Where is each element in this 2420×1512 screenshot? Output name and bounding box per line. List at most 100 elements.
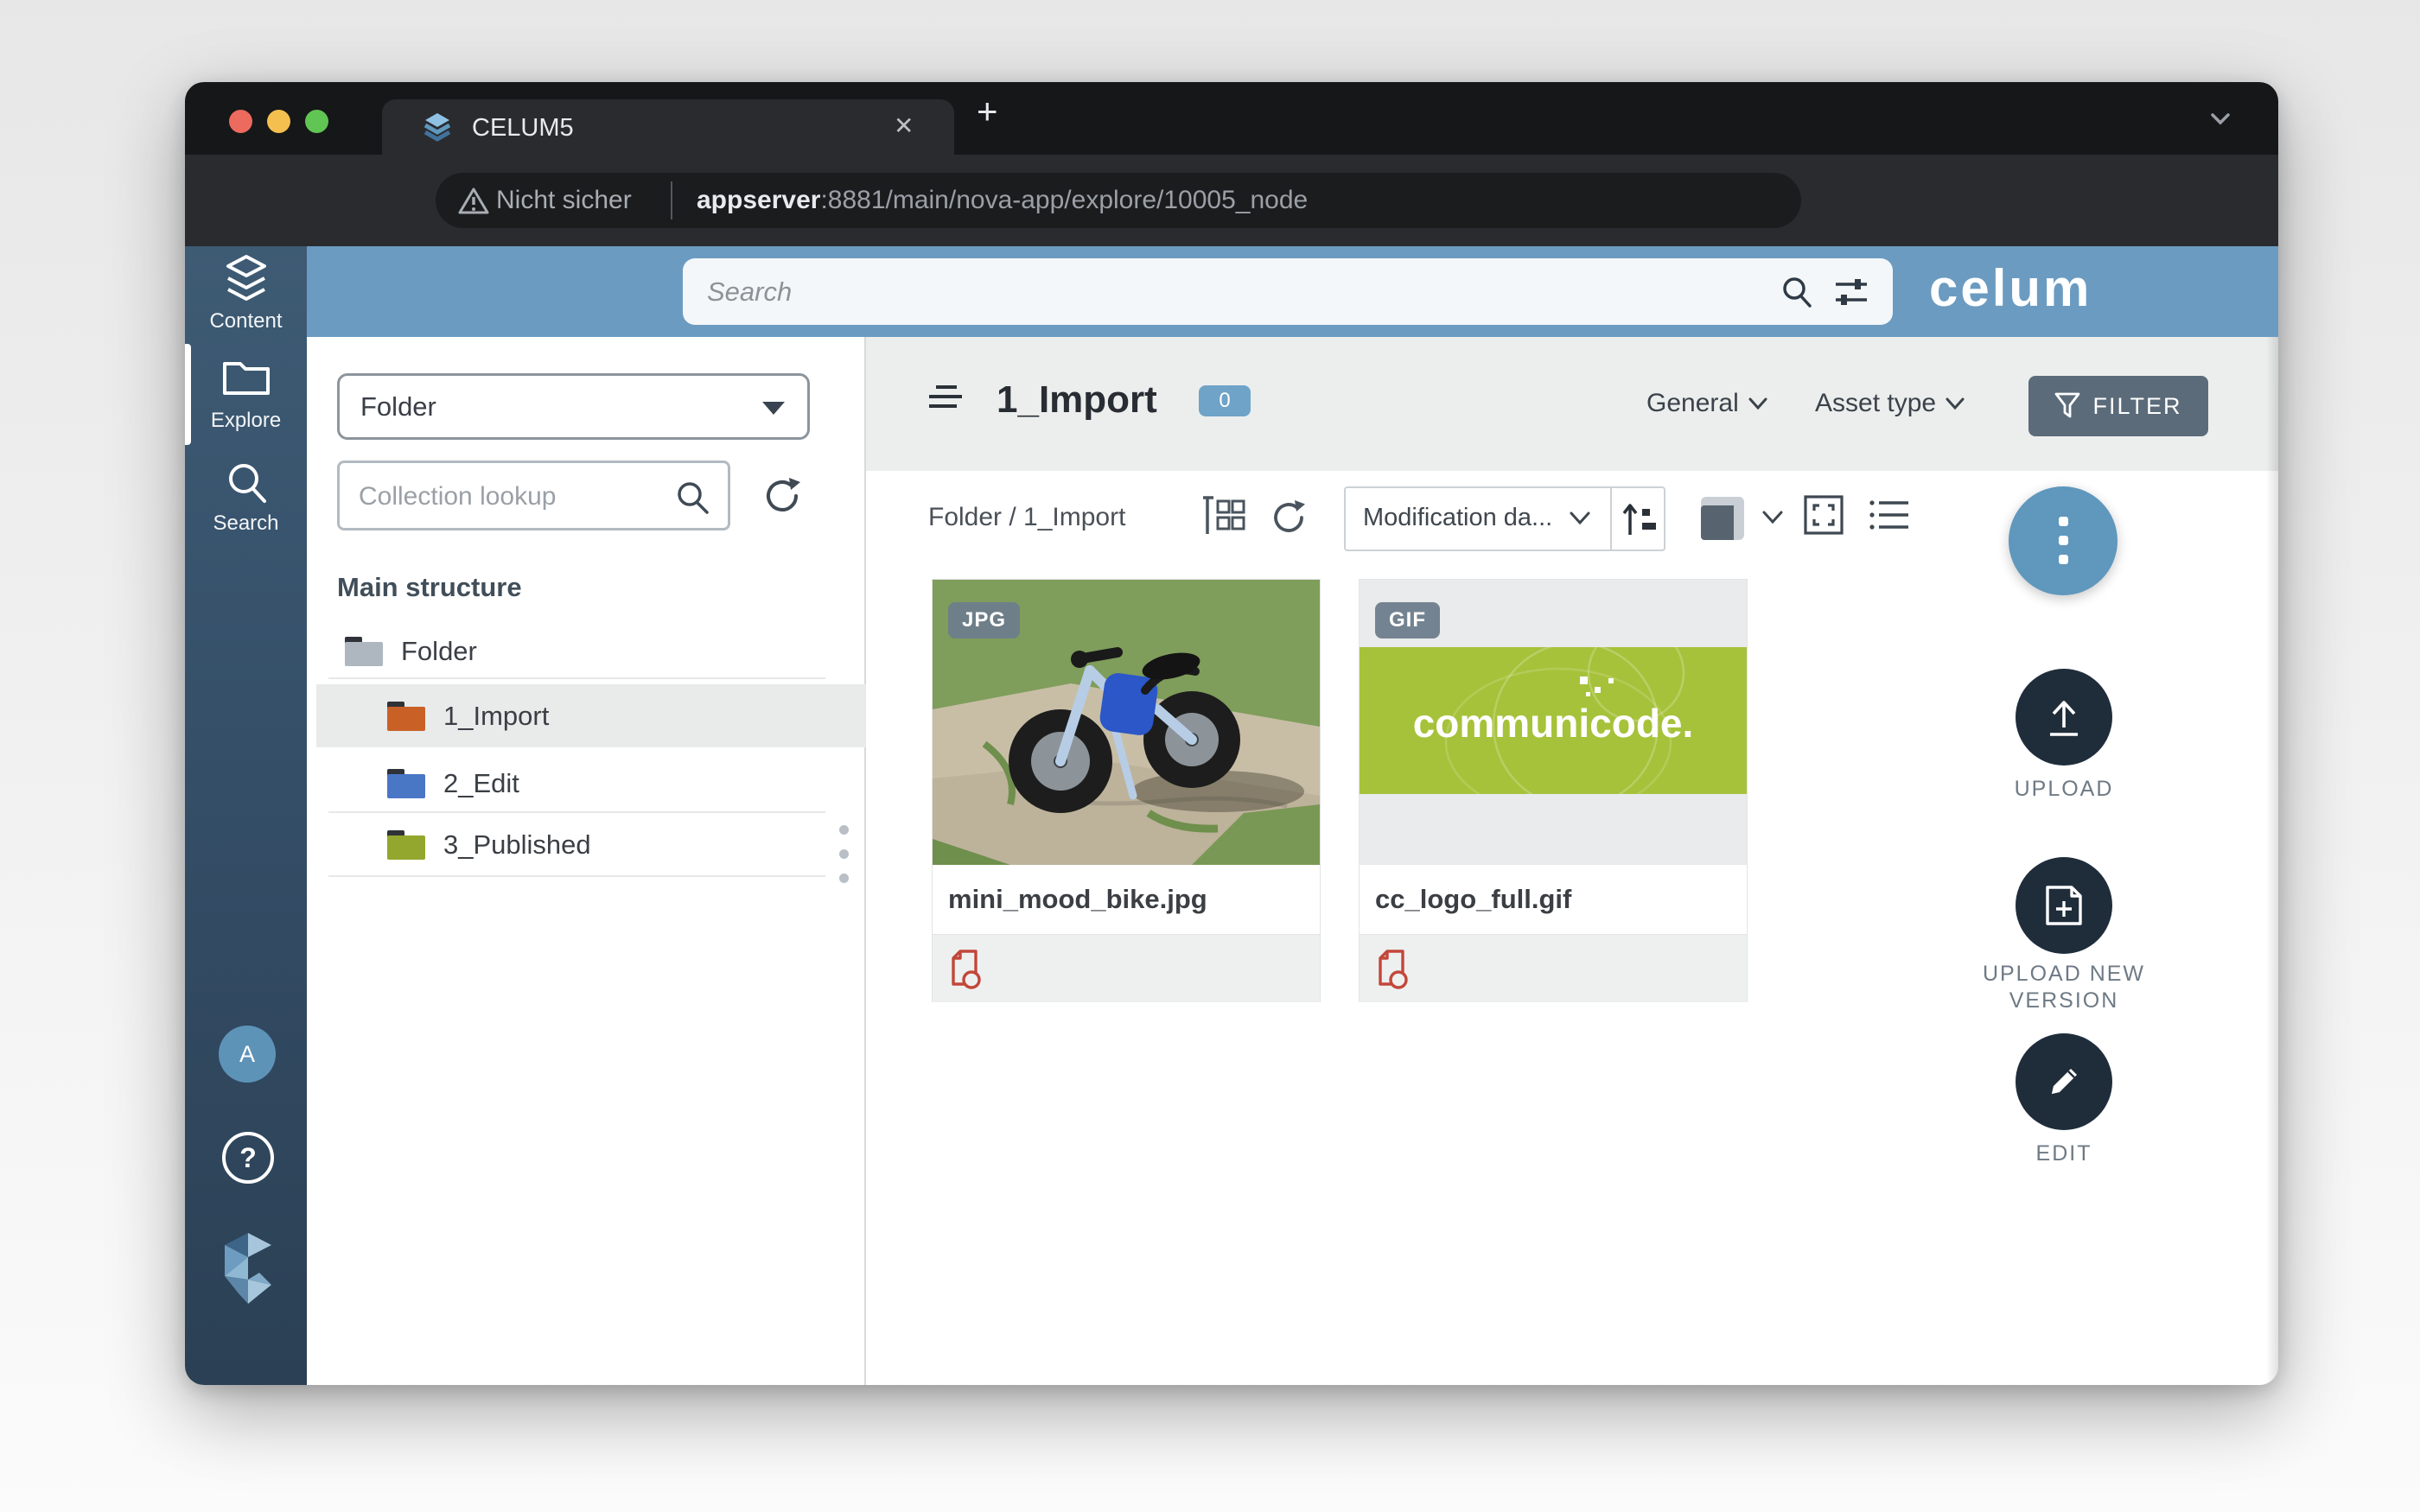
user-avatar[interactable]: A (219, 1026, 276, 1083)
chevron-down-icon (1945, 397, 1965, 410)
select-caret-icon (762, 402, 785, 415)
content-layers-icon (220, 253, 273, 307)
nav-label-explore: Explore (185, 409, 307, 433)
thumbnail-size-selector[interactable] (1701, 497, 1744, 540)
filter-button[interactable]: FILTER (2028, 376, 2208, 436)
breadcrumb[interactable]: Folder / 1_Import (928, 503, 1125, 532)
tab-close-icon[interactable]: ✕ (894, 111, 914, 140)
folder-icon (386, 767, 426, 800)
no-preview-restriction-icon (1375, 949, 1410, 990)
structure-type-value: Folder (360, 391, 436, 422)
tree-view-toggle-icon[interactable] (1201, 494, 1246, 541)
main-content: 1_Import 0 General Asset type FILTER Fol… (866, 337, 2278, 1385)
tab-strip: CELUM5 ✕ + (185, 82, 2278, 155)
file-plus-icon (2041, 882, 2087, 929)
collection-lookup-field[interactable] (337, 461, 730, 530)
edit-button[interactable] (2016, 1033, 2112, 1130)
pencil-icon (2041, 1059, 2086, 1104)
asset-card-footer (933, 934, 1320, 1002)
tree-node-label: 2_Edit (443, 768, 519, 799)
filter-funnel-icon (2054, 392, 2080, 420)
tree-separator (328, 677, 825, 679)
browser-tab[interactable]: CELUM5 ✕ (382, 99, 954, 155)
new-tab-button[interactable]: + (977, 91, 998, 132)
upload-label: UPLOAD (1952, 776, 2176, 803)
communicode-logo-image: communicode. (1360, 647, 1747, 794)
view-menu-icon[interactable] (927, 384, 962, 412)
browser-window: CELUM5 ✕ + Nicht sicher (185, 82, 2278, 1385)
collection-lookup-input[interactable] (357, 477, 646, 517)
facet-label: General (1646, 389, 1739, 418)
lookup-search-icon[interactable] (673, 479, 711, 517)
traffic-minimize-button[interactable] (267, 110, 290, 133)
traffic-zoom-button[interactable] (305, 110, 328, 133)
sort-field-dropdown[interactable]: Modification da... (1344, 486, 1665, 551)
tree-node-2-edit[interactable]: 2_Edit (316, 759, 866, 807)
filter-button-label: FILTER (2092, 393, 2181, 420)
scrollbar-track[interactable] (2266, 337, 2278, 1385)
tree-node-1-import[interactable]: 1_Import (316, 684, 866, 747)
search-nav-icon (223, 459, 271, 507)
tree-node-label: 1_Import (443, 701, 549, 732)
tree-separator (328, 811, 825, 813)
structure-type-select[interactable]: Folder (337, 373, 810, 440)
refresh-results-icon[interactable] (1267, 496, 1310, 539)
asset-name: cc_logo_full.gif (1360, 865, 1747, 934)
url-host: appserver (697, 186, 820, 214)
list-view-icon[interactable] (1867, 496, 1912, 534)
chevron-down-icon[interactable] (1761, 510, 1784, 525)
sort-field-value: Modification da... (1363, 504, 1552, 532)
facet-asset-type[interactable]: Asset type (1815, 389, 1965, 418)
upload-button[interactable] (2016, 669, 2112, 766)
nav-label-content: Content (185, 309, 307, 334)
address-bar[interactable]: Nicht sicher appserver:8881/main/nova-ap… (436, 173, 1801, 228)
asset-card-mini-mood-bike[interactable]: JPG mini_mood_bike.jpg (932, 579, 1321, 1002)
browser-toolbar: Nicht sicher appserver:8881/main/nova-ap… (185, 155, 2278, 246)
asset-type-badge: GIF (1375, 602, 1440, 638)
search-icon[interactable] (1779, 274, 1815, 310)
tree-title: Main structure (337, 572, 522, 603)
folder-icon (344, 635, 384, 668)
tree-refresh-icon[interactable] (760, 473, 805, 518)
selection-count-badge: 0 (1199, 385, 1251, 416)
celum-logo: celum (1929, 258, 2092, 318)
traffic-close-button[interactable] (229, 110, 252, 133)
chevron-down-icon (1569, 511, 1591, 526)
upload-new-version-label: UPLOAD NEW VERSION (1952, 961, 2176, 1014)
folder-icon (386, 829, 426, 861)
url-text: appserver:8881/main/nova-app/explore/100… (697, 186, 1308, 215)
celum-c-logo (214, 1231, 282, 1306)
facet-general[interactable]: General (1646, 389, 1768, 418)
help-button[interactable]: ? (222, 1132, 274, 1184)
page-title: 1_Import (997, 378, 1157, 422)
upload-new-version-button[interactable] (2016, 857, 2112, 954)
search-filter-sliders-icon[interactable] (1832, 274, 1870, 310)
asset-card-footer (1360, 934, 1747, 1002)
asset-type-badge: JPG (948, 602, 1020, 638)
tree-node-3-published[interactable]: 3_Published (316, 817, 866, 873)
not-secure-warning-icon (458, 187, 489, 216)
search-input[interactable] (705, 270, 1746, 314)
chevron-down-icon (1748, 397, 1768, 410)
asset-thumbnail: JPG (933, 580, 1320, 865)
tree-node-label: Folder (401, 636, 477, 667)
asset-card-cc-logo[interactable]: communicode. GIF cc_logo_full.gif (1359, 579, 1748, 1002)
sort-divider (1610, 488, 1612, 550)
tree-node-folder[interactable]: Folder (316, 629, 866, 674)
nav-label-search: Search (185, 511, 307, 536)
tab-title: CELUM5 (472, 114, 574, 143)
sort-direction-icon[interactable] (1619, 500, 1659, 540)
upload-icon (2041, 695, 2086, 740)
folder-icon (386, 700, 426, 733)
celum-favicon (420, 111, 455, 146)
global-search[interactable] (683, 258, 1893, 325)
app-header: celum (307, 246, 2278, 337)
explore-folder-icon (221, 355, 271, 398)
app-navigation-rail: Content Explore Search A ? (185, 246, 307, 1385)
context-actions-menu-button[interactable] (2009, 486, 2118, 595)
asset-name: mini_mood_bike.jpg (933, 865, 1320, 934)
facet-label: Asset type (1815, 389, 1936, 418)
fullscreen-view-icon[interactable] (1803, 494, 1844, 536)
security-label: Nicht sicher (496, 186, 632, 215)
tab-search-chevron-icon[interactable] (2207, 108, 2233, 129)
